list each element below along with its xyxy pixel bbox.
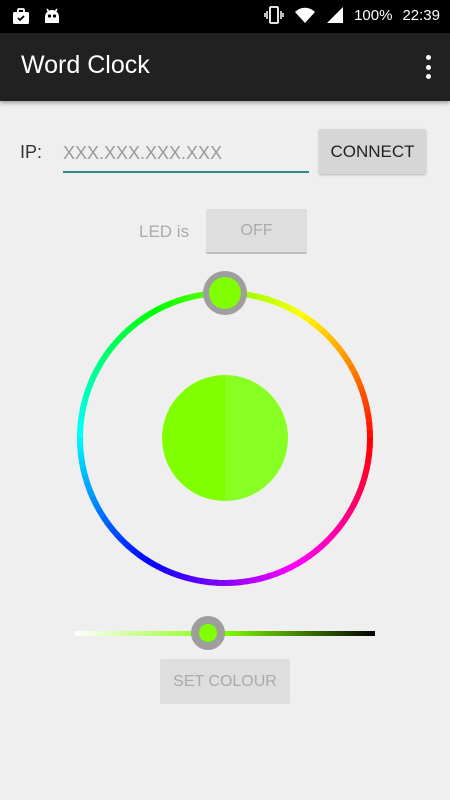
set-colour-button[interactable]: SET COLOUR: [160, 659, 290, 704]
center-swatch: [162, 375, 288, 501]
color-wheel[interactable]: [0, 0, 450, 620]
previous-color-half[interactable]: [225, 375, 288, 501]
brightness-thumb-center: [199, 624, 217, 642]
selected-color-half: [162, 375, 225, 501]
brightness-slider-track[interactable]: [75, 631, 375, 636]
brightness-slider-thumb[interactable]: [191, 616, 225, 650]
hue-thumb[interactable]: [203, 271, 247, 315]
